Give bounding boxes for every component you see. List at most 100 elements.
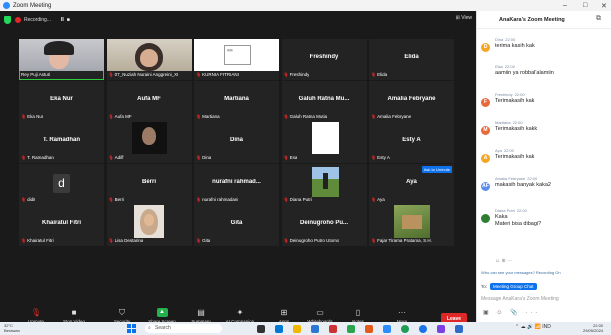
chat-message[interactable]: D Dina 22:00 terima kasih kak bbox=[481, 37, 609, 61]
participant-tile[interactable]: 🎙 07_Nuziah Nuraini Anggreini_XI bbox=[106, 39, 192, 80]
participant-tile[interactable]: Aya Ask to Unmute 🎙 Aya bbox=[369, 163, 454, 205]
app-icon-8[interactable] bbox=[455, 325, 463, 333]
sparkle-icon: ✦ bbox=[236, 308, 244, 317]
close-button[interactable]: ✕ bbox=[601, 0, 607, 11]
message-time: 22:00 bbox=[503, 148, 514, 153]
participant-name: 07_Nuziah Nuraini Anggreini_XI bbox=[114, 72, 179, 77]
app-icon-1[interactable] bbox=[275, 325, 283, 333]
participant-tile[interactable]: Freshindy 🎙 Freshindy bbox=[281, 39, 367, 80]
chat-message[interactable]: Diana Putri 22:00 Kaka Materi bisa dibagi? bbox=[481, 208, 609, 232]
participant-name: Rey Puji Astuti bbox=[21, 72, 51, 77]
system-tray[interactable]: ⌃ ☁ 🔊 📶 IND bbox=[515, 324, 551, 330]
chat-message[interactable]: AF Amalia Febryane 22:00 makasih banyak kak… bbox=[481, 176, 609, 200]
app-icon-5[interactable] bbox=[365, 325, 373, 333]
participant-tile[interactable]: Martiana 🎙 Martiana bbox=[194, 80, 279, 122]
muted-mic-icon: 🎙 bbox=[283, 196, 289, 202]
participant-name: Esa bbox=[289, 155, 298, 161]
participant-tile[interactable]: 🎙 Lisa Destarina bbox=[106, 205, 192, 247]
weather-widget[interactable]: 32°C Berawan bbox=[4, 323, 20, 333]
app-icon-3[interactable] bbox=[329, 325, 337, 333]
chat-tools[interactable]: ▣ ☺ 📎 ··· bbox=[483, 309, 540, 316]
start-icon[interactable] bbox=[127, 324, 136, 333]
muted-mic-icon: 🎙 bbox=[196, 238, 202, 244]
participant-display-name: Berri bbox=[141, 178, 156, 185]
shield-icon: ⛉ bbox=[119, 308, 125, 317]
participant-tile[interactable]: Eka Nur 🎙 Eka Nur bbox=[19, 80, 104, 122]
participant-video bbox=[106, 39, 192, 71]
taskbar-clock[interactable]: 22:00 29/05/2024 bbox=[583, 323, 603, 333]
participant-name: T. Ramadhan bbox=[27, 155, 54, 161]
view-button[interactable]: ⊞ View bbox=[456, 15, 472, 21]
recipient-selector[interactable]: Meeting Group Chat bbox=[490, 283, 537, 290]
participant-tile[interactable]: Deinugroho Pu... 🎙 Deinugroho Putro Utomo bbox=[281, 205, 367, 247]
zoom-taskbar-icon[interactable] bbox=[383, 325, 391, 333]
participant-tile[interactable]: Gita 🎙 Gita bbox=[194, 205, 279, 247]
participant-tile[interactable]: Elida 🎙 Elida bbox=[369, 39, 454, 80]
participant-tile[interactable]: nurafni rahmad... 🎙 nurafni rahmadani bbox=[194, 163, 279, 205]
message-reactions[interactable]: ☺ ⊕ ··· bbox=[495, 258, 512, 264]
chat-message[interactable]: Elsa 22:00 aamiin ya robbal'alamiin bbox=[481, 64, 609, 88]
participant-label: 🎙 didit bbox=[21, 197, 35, 202]
file-explorer-icon[interactable] bbox=[293, 325, 301, 333]
muted-mic-icon: 🎙 bbox=[21, 238, 27, 244]
participant-tile[interactable]: d 🎙 didit bbox=[19, 163, 104, 205]
participant-tile[interactable]: Rey Puji Astuti bbox=[19, 39, 104, 80]
stop-recording-button[interactable]: ■ bbox=[67, 17, 70, 23]
participant-label: 🎙 Adiff bbox=[109, 155, 124, 160]
participant-tile[interactable]: Berri 🎙 Berri bbox=[106, 163, 192, 205]
participant-label: 🎙 Galuh Ratna Mutia bbox=[284, 114, 328, 119]
ask-to-unmute-button[interactable]: Ask to Unmute bbox=[421, 165, 452, 173]
participant-name: Amalia Febryane bbox=[377, 113, 412, 119]
participant-name: nurafni rahmadani bbox=[202, 196, 239, 202]
encryption-shield-icon[interactable] bbox=[4, 15, 11, 24]
app-icon-2[interactable] bbox=[311, 325, 319, 333]
participant-tile[interactable]: Galuh Ratna Mu... 🎙 Galuh Ratna Mutia bbox=[281, 80, 367, 122]
app-icon-7[interactable] bbox=[437, 325, 445, 333]
participant-display-name: Eka Nur bbox=[50, 95, 73, 102]
muted-mic-icon: 🎙 bbox=[108, 155, 114, 161]
participant-display-name: Khairatul Fitri bbox=[41, 220, 81, 227]
participant-tile[interactable]: T. Ramadhan 🎙 T. Ramadhan bbox=[19, 122, 104, 164]
popout-icon[interactable]: ⧉ bbox=[596, 15, 601, 23]
message-time: 22:00 bbox=[527, 176, 538, 181]
participant-tile[interactable]: Dina 🎙 Dina bbox=[194, 122, 279, 164]
maximize-button[interactable]: □ bbox=[583, 0, 587, 11]
app-icon-6[interactable] bbox=[419, 325, 427, 333]
whiteboard-icon: ▭ bbox=[316, 308, 324, 317]
participant-tile[interactable]: Khairatul Fitri 🎙 Khairatul Fitri bbox=[19, 205, 104, 247]
chrome-icon[interactable] bbox=[401, 325, 409, 333]
participant-tile[interactable]: Amalia Febryane 🎙 Amalia Febryane bbox=[369, 80, 454, 122]
participant-tile[interactable]: 🎙 Adiff bbox=[106, 122, 192, 164]
minimize-button[interactable]: – bbox=[563, 0, 567, 11]
participant-display-name: Aya bbox=[406, 178, 417, 185]
chat-recipient-row: To: Meeting Group Chat bbox=[481, 283, 537, 290]
message-meta: Martiana 22:00 bbox=[495, 120, 523, 125]
chat-message[interactable]: F Freshindy 22:00 Terimakasih kak bbox=[481, 92, 609, 116]
muted-mic-icon: 🎙 bbox=[371, 113, 377, 119]
chat-notice[interactable]: Who can see your messages? Recording On bbox=[481, 270, 609, 275]
chat-input[interactable]: Message AnaKara's Zoom Meeting bbox=[481, 296, 609, 302]
participant-label: 🎙 Lisa Destarina bbox=[109, 238, 144, 243]
participant-tile[interactable]: 🎙 Diana Putri bbox=[281, 163, 367, 205]
chat-message[interactable]: A Aya 22:00 Terimakasih kak bbox=[481, 148, 609, 172]
pause-recording-button[interactable]: II bbox=[61, 17, 64, 23]
window-title: Zoom Meeting bbox=[13, 2, 52, 9]
message-text: Kaka bbox=[495, 214, 508, 220]
sender-avatar: A bbox=[481, 154, 490, 163]
task-view-icon[interactable] bbox=[257, 325, 265, 333]
participant-tile[interactable]: Esty A 🎙 Esty A bbox=[369, 122, 454, 164]
participant-tile[interactable]: ▤▤ 🎙 KURNIA FITRIANI bbox=[194, 39, 279, 80]
participant-photo bbox=[131, 122, 167, 155]
sender-name: Diana Putri bbox=[495, 208, 515, 213]
participant-tile[interactable]: 🎙 Esa bbox=[281, 122, 367, 164]
participant-tile[interactable]: Aufa MF 🎙 Aufa MF bbox=[106, 80, 192, 122]
participant-name: Eka Nur bbox=[27, 113, 44, 119]
participant-tile[interactable]: 🎙 Fajar Tirama Pratama, S.H. bbox=[369, 205, 454, 247]
app-icon-4[interactable] bbox=[347, 325, 355, 333]
participant-name: Khairatul Fitri bbox=[27, 238, 54, 244]
chat-message[interactable]: M Martiana 22:00 Terimakasih kakk bbox=[481, 120, 609, 144]
taskbar-search[interactable]: ⌕ Search bbox=[145, 324, 222, 333]
muted-mic-icon: 🎙 bbox=[108, 238, 114, 244]
message-text: aamiin ya robbal'alamiin bbox=[495, 70, 554, 76]
participant-label: 🎙 Elida bbox=[371, 72, 387, 77]
